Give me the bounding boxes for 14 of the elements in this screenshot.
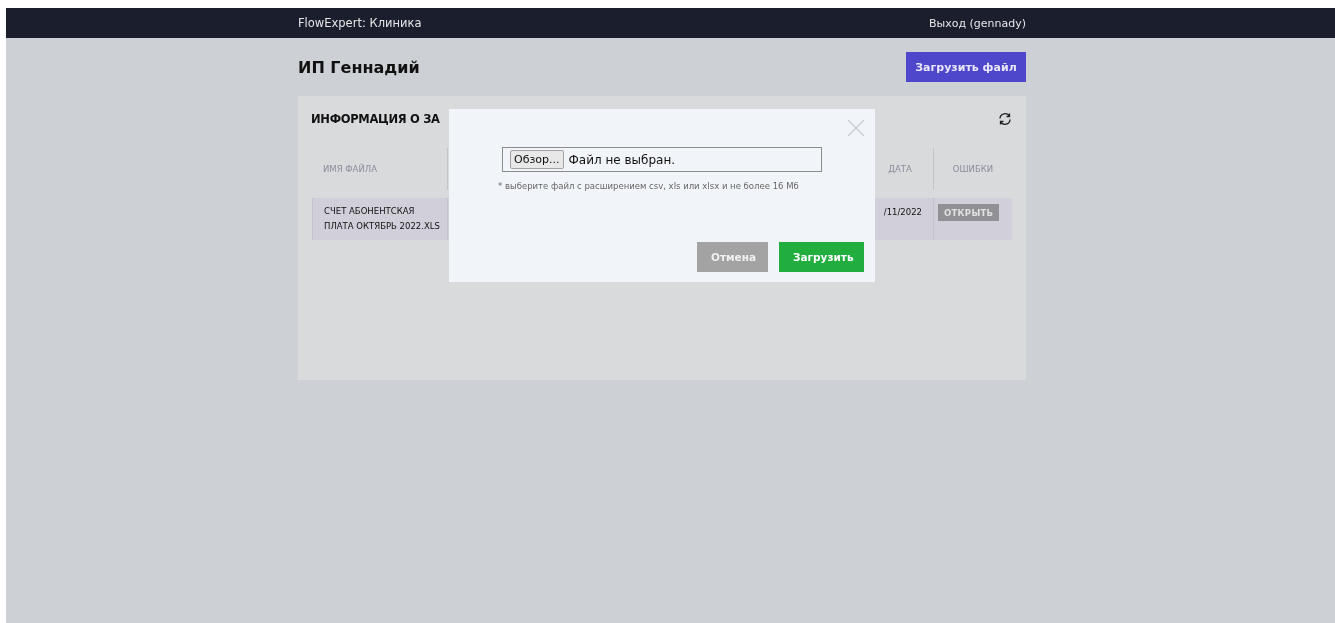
column-header: ОШИБКИ <box>933 148 1012 190</box>
upload-file-button[interactable]: Загрузить файл <box>906 52 1026 82</box>
column-header: ИМЯ ФАЙЛА <box>322 162 378 176</box>
file-hint: * выберите файл с расширением csv, xls или xlsx и не более 16 Мб <box>498 181 800 191</box>
logout-link[interactable]: Выход (gennady) <box>928 16 1026 30</box>
file-status-text: Файл не выбран. <box>568 152 676 167</box>
app-title: FlowExpert: Клиника <box>298 16 422 30</box>
page-title: ИП Геннадий <box>298 57 420 77</box>
file-name: СЧЕТ АБОНЕНТСКАЯ ПЛАТА ОКТЯБРЬ 2022.XLS <box>324 205 441 233</box>
card-title: ИНФОРМАЦИЯ О ЗА <box>311 112 440 126</box>
browse-button[interactable]: Обзор... <box>510 150 564 169</box>
file-input-field[interactable]: Обзор... Файл не выбран. <box>502 147 822 172</box>
refresh-icon[interactable] <box>998 112 1012 126</box>
upload-button[interactable]: Загрузить <box>779 242 864 272</box>
